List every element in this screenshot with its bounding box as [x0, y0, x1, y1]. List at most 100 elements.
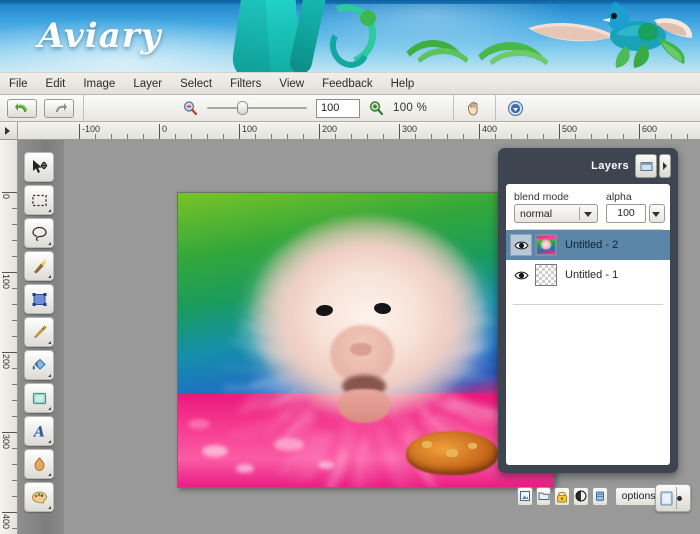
- panel-expand-button[interactable]: [659, 154, 671, 178]
- redo-button[interactable]: [44, 99, 74, 118]
- tool-shape[interactable]: [24, 383, 54, 413]
- ruler-major-tick: [2, 192, 17, 193]
- alpha-input[interactable]: 100: [606, 204, 646, 223]
- mask-layer-button[interactable]: [573, 487, 589, 506]
- toolbar-divider: [495, 95, 496, 122]
- ruler-minor-tick: [12, 384, 17, 385]
- menu-item-image[interactable]: Image: [74, 75, 124, 93]
- tool-smudge[interactable]: [24, 449, 54, 479]
- ruler-label: 0: [1, 194, 11, 199]
- ruler-label: 200: [1, 354, 11, 369]
- menu-item-edit[interactable]: Edit: [37, 75, 75, 93]
- aviary-logo: Aviary: [38, 16, 161, 56]
- zoom-slider-track: [207, 107, 307, 109]
- menu-item-help[interactable]: Help: [382, 75, 424, 93]
- blend-mode-select[interactable]: normal: [514, 204, 598, 223]
- duplicate-layer-button[interactable]: [536, 487, 552, 506]
- redo-arrow-icon: [52, 102, 67, 115]
- menu-item-view[interactable]: View: [270, 75, 313, 93]
- ruler-minor-tick: [415, 134, 416, 139]
- move-tool-icon: [31, 159, 48, 176]
- blend-mode-label: blend mode: [514, 191, 606, 203]
- tool-palette-colors[interactable]: [24, 482, 54, 512]
- menu-item-filters[interactable]: Filters: [221, 75, 270, 93]
- ruler-minor-tick: [383, 134, 384, 139]
- delete-layer-button[interactable]: [592, 487, 608, 506]
- highlight-spot: [236, 464, 254, 473]
- ruler-minor-tick: [271, 134, 272, 139]
- smudge-tool-icon: [31, 456, 48, 473]
- lock-layer-button[interactable]: [554, 487, 570, 506]
- options-toolbar: 100 100 %: [0, 95, 700, 122]
- layer-visibility-toggle[interactable]: [510, 264, 532, 286]
- layer-visibility-toggle[interactable]: [510, 234, 532, 256]
- tool-lasso[interactable]: [24, 218, 54, 248]
- blend-mode-value: normal: [520, 208, 552, 220]
- zoom-slider[interactable]: [207, 101, 307, 115]
- zoom-out-icon[interactable]: [182, 100, 198, 116]
- panel-dock-toggle[interactable]: [655, 484, 691, 512]
- ruler-corner[interactable]: [0, 122, 18, 140]
- ruler-minor-tick: [127, 134, 128, 139]
- ruler-minor-tick: [495, 134, 496, 139]
- undo-button[interactable]: [7, 99, 37, 118]
- tool-paint-bucket[interactable]: [24, 350, 54, 380]
- ruler-label: 200: [319, 124, 337, 134]
- layer-name: Untitled - 1: [565, 269, 618, 281]
- food-crumb: [422, 441, 432, 448]
- zoom-in-icon[interactable]: [368, 100, 384, 116]
- ruler-minor-tick: [687, 134, 688, 139]
- menu-item-select[interactable]: Select: [171, 75, 221, 93]
- menu-item-feedback[interactable]: Feedback: [313, 75, 382, 93]
- text-tool-icon: A: [31, 423, 48, 440]
- hand-pan-button[interactable]: [460, 97, 486, 119]
- ruler-minor-tick: [287, 134, 288, 139]
- ruler-minor-tick: [12, 224, 17, 225]
- tool-magic-wand[interactable]: [24, 251, 54, 281]
- ruler-label: 300: [1, 434, 11, 449]
- ruler-label: 400: [1, 514, 11, 529]
- layer-row-untitled-1[interactable]: Untitled - 1: [506, 260, 670, 290]
- ruler-minor-tick: [591, 134, 592, 139]
- shape-tool-icon: [31, 390, 48, 407]
- ruler-minor-tick: [223, 134, 224, 139]
- help-button[interactable]: [502, 97, 528, 119]
- tool-brush[interactable]: [24, 317, 54, 347]
- alpha-stepper-button[interactable]: [649, 204, 665, 223]
- ruler-minor-tick: [12, 464, 17, 465]
- tool-text[interactable]: A: [24, 416, 54, 446]
- horizontal-ruler: -100 0 100 200 300 400 500 600: [18, 122, 700, 140]
- menu-item-layer[interactable]: Layer: [124, 75, 171, 93]
- zoom-value-input[interactable]: 100: [316, 99, 360, 118]
- tool-transform[interactable]: [24, 284, 54, 314]
- zoom-slider-knob[interactable]: [237, 101, 248, 115]
- ruler-minor-tick: [12, 448, 17, 449]
- alpha-label: alpha: [606, 191, 632, 203]
- ruler-minor-tick: [12, 528, 17, 529]
- layer-property-controls: normal 100: [506, 204, 670, 223]
- ruler-minor-tick: [511, 134, 512, 139]
- ruler-minor-tick: [95, 134, 96, 139]
- tool-more-indicator: [48, 242, 51, 245]
- menu-item-file[interactable]: File: [0, 75, 37, 93]
- layer-row-untitled-2[interactable]: Untitled - 2: [506, 230, 670, 260]
- ruler-minor-tick: [671, 134, 672, 139]
- menu-bar: File Edit Image Layer Select Filters Vie…: [0, 72, 700, 95]
- ruler-minor-tick: [303, 134, 304, 139]
- ruler-minor-tick: [207, 134, 208, 139]
- ruler-minor-tick: [12, 368, 17, 369]
- food-crumb: [446, 449, 458, 457]
- ruler-minor-tick: [12, 336, 17, 337]
- zoom-controls-group: 100 100 %: [182, 99, 427, 118]
- ruler-label: 400: [479, 124, 497, 134]
- panel-arrow-icon: [662, 162, 668, 170]
- transform-tool-icon: [31, 291, 48, 308]
- tool-more-indicator: [48, 473, 51, 476]
- folder-layer-icon: [538, 490, 550, 502]
- panel-collapse-button[interactable]: [635, 154, 657, 178]
- tool-move[interactable]: [24, 152, 54, 182]
- layers-panel[interactable]: Layers blend mode alpha normal 100 Untit…: [498, 148, 678, 473]
- ruler-minor-tick: [12, 240, 17, 241]
- tool-marquee-select[interactable]: [24, 185, 54, 215]
- new-layer-button[interactable]: [517, 487, 533, 506]
